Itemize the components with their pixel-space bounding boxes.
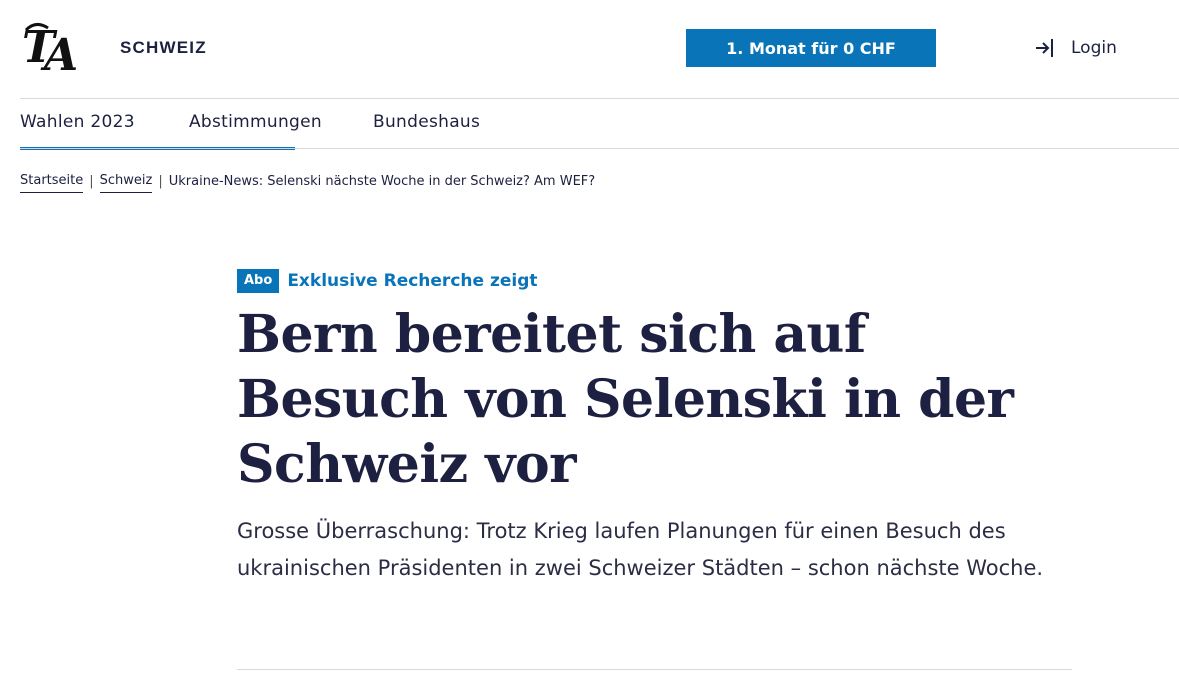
section-nav: Wahlen 2023 Abstimmungen Bundeshaus	[20, 99, 1179, 150]
subscribe-promo-button[interactable]: 1. Monat für 0 CHF	[686, 29, 936, 67]
article-divider	[237, 669, 1072, 670]
breadcrumb-current: Ukraine-News: Selenski nächste Woche in …	[168, 173, 596, 189]
breadcrumb-home-link[interactable]: Startseite	[20, 173, 84, 193]
article-kicker: Abo Exklusive Recherche zeigt	[237, 268, 1079, 294]
article-headline: Bern bereitet sich auf Besuch von Selens…	[237, 304, 1014, 495]
breadcrumb-separator: |	[89, 173, 94, 189]
abo-badge: Abo	[237, 269, 280, 293]
nav-item-wahlen[interactable]: Wahlen 2023	[20, 112, 135, 132]
nav-divider	[20, 148, 1179, 149]
login-button[interactable]: Login	[1033, 36, 1117, 60]
article-header: Abo Exklusive Recherche zeigt Bern berei…	[237, 268, 1079, 587]
nav-item-bundeshaus[interactable]: Bundeshaus	[373, 112, 480, 132]
logo-icon: T A	[22, 22, 78, 81]
site-header: T A SCHWEIZ 1. Monat für 0 CHF Login	[0, 0, 1179, 98]
section-name[interactable]: SCHWEIZ	[120, 38, 207, 58]
article-lead: Grosse Überraschung: Trotz Krieg laufen …	[237, 519, 1044, 580]
kicker-text: Exklusive Recherche zeigt	[287, 271, 538, 291]
nav-item-abstimmungen[interactable]: Abstimmungen	[189, 112, 322, 132]
site-logo[interactable]: T A	[22, 16, 82, 81]
login-arrow-icon	[1036, 39, 1053, 57]
breadcrumb-separator: |	[158, 173, 163, 189]
login-label: Login	[1071, 38, 1117, 58]
breadcrumb: Startseite | Schweiz | Ukraine-News: Sel…	[20, 173, 595, 193]
svg-text:A: A	[40, 30, 78, 76]
breadcrumb-schweiz-link[interactable]: Schweiz	[99, 173, 153, 193]
